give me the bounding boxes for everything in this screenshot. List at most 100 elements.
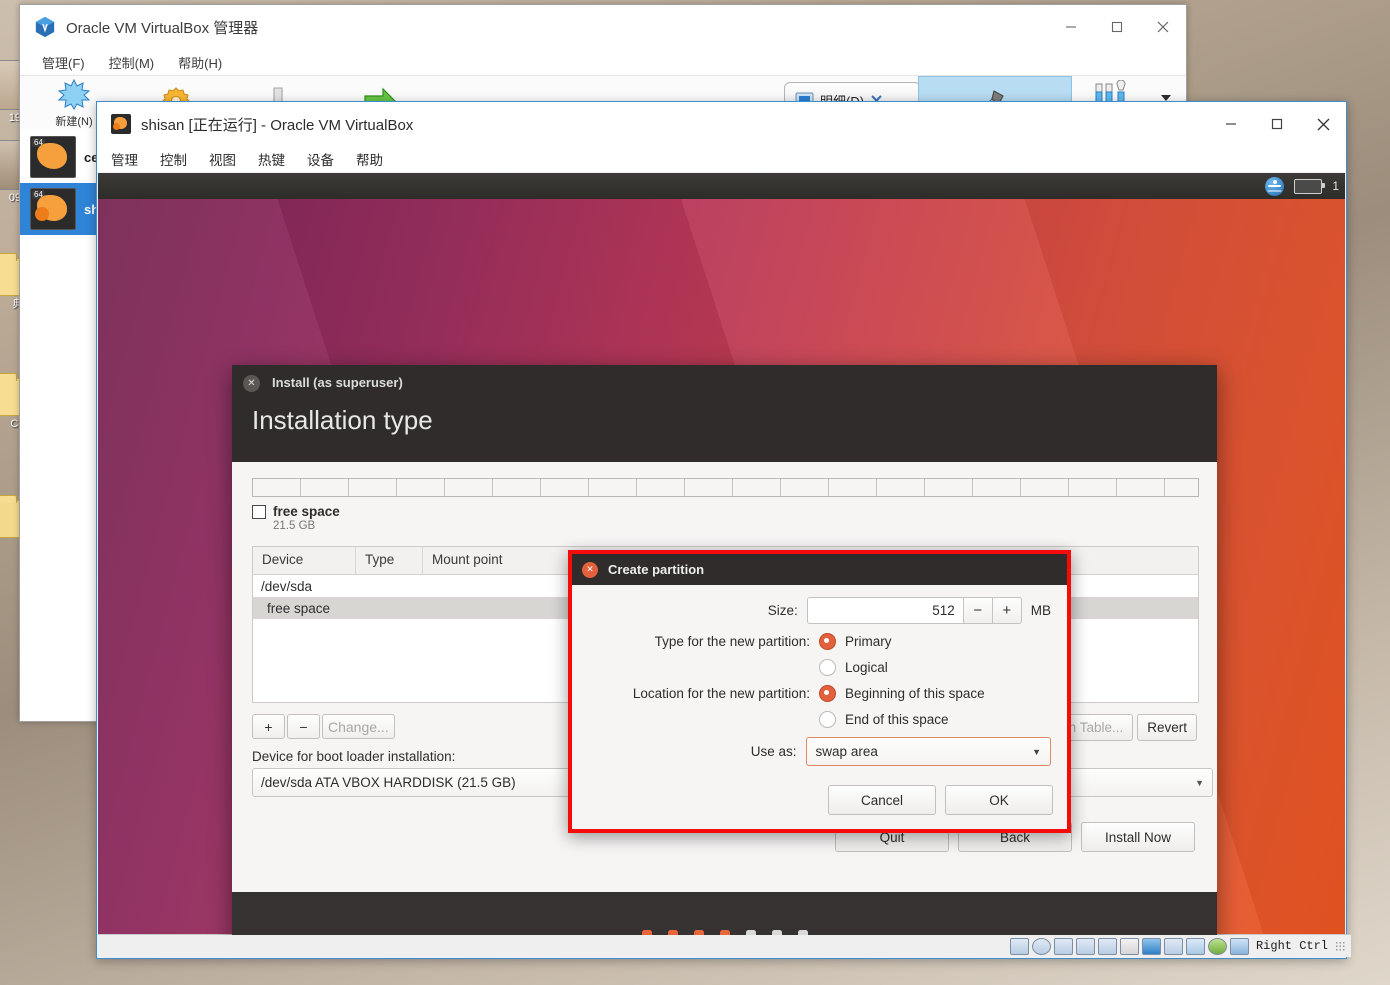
change-partition-button[interactable]: Change... xyxy=(322,714,395,739)
dialog-title: Create partition xyxy=(608,562,705,577)
guest-screen: 1 ✕ Install (as superuser) Installation … xyxy=(98,173,1345,935)
accessibility-icon[interactable] xyxy=(1265,176,1285,196)
vm-icon xyxy=(111,114,131,134)
battery-icon[interactable] xyxy=(1294,178,1326,194)
vm-thumbnail-icon: 64 xyxy=(30,136,76,178)
type-label: Type for the new partition: xyxy=(654,634,810,649)
maximize-icon[interactable] xyxy=(1254,102,1300,146)
progress-dot xyxy=(745,930,756,935)
close-icon[interactable]: ✕ xyxy=(582,561,598,578)
use-as-label: Use as: xyxy=(750,744,797,759)
vm-title-bar: shisan [正在运行] - Oracle VM VirtualBox xyxy=(97,102,1346,146)
size-input[interactable]: 512 xyxy=(806,597,963,624)
legend-size: 21.5 GB xyxy=(273,520,316,532)
display-icon[interactable] xyxy=(1141,937,1161,955)
vm-window-controls xyxy=(1208,102,1346,146)
clock-label: 1 xyxy=(1332,179,1339,193)
type-row-logical: Logical xyxy=(588,659,1051,676)
shared-folder-icon[interactable] xyxy=(1119,937,1139,955)
toolbar-new-button[interactable]: 新建(N) xyxy=(46,78,102,129)
progress-dot xyxy=(667,930,678,935)
vm-menu-item-devices[interactable]: 设备 xyxy=(307,149,334,169)
minimize-icon[interactable] xyxy=(1208,102,1254,146)
chevron-down-icon: ▼ xyxy=(1195,777,1204,788)
vm-menu-item-manage[interactable]: 管理 xyxy=(111,149,138,169)
radio-primary[interactable] xyxy=(819,633,836,650)
remote-display-icon[interactable] xyxy=(1163,937,1183,955)
radio-logical-label: Logical xyxy=(845,660,888,675)
cell-device: /dev/sda xyxy=(261,578,313,594)
usb-icon[interactable] xyxy=(1097,937,1117,955)
create-partition-dialog: ✕ Create partition Size: 512 − + MB Type… xyxy=(568,550,1071,833)
maximize-icon[interactable] xyxy=(1094,5,1140,49)
installer-header: ✕ Install (as superuser) Installation ty… xyxy=(232,365,1217,462)
dialog-actions: Cancel OK xyxy=(828,785,1053,815)
size-label: Size: xyxy=(767,603,798,618)
radio-end-label: End of this space xyxy=(845,712,949,727)
disk-legend: free space 21.5 GB xyxy=(252,504,340,532)
virtualbox-logo-icon xyxy=(35,16,55,38)
mouse-capture-icon[interactable] xyxy=(1229,937,1249,955)
location-row: Location for the new partition: Beginnin… xyxy=(588,685,1051,702)
location-label: Location for the new partition: xyxy=(632,686,810,701)
add-partition-button[interactable]: + xyxy=(252,714,285,739)
menu-item-control[interactable]: 控制(M) xyxy=(109,53,155,72)
chevron-down-icon: ▼ xyxy=(1032,746,1041,757)
vm-menu-item-hotkeys[interactable]: 热键 xyxy=(258,149,285,169)
toolbar-new-label: 新建(N) xyxy=(55,115,93,128)
cancel-button[interactable]: Cancel xyxy=(828,785,936,815)
size-stepper[interactable]: 512 − + xyxy=(806,597,1022,624)
screen-root: 190 093 典 CS Oracle VM VirtualBox 管理器 管理… xyxy=(0,0,1390,985)
progress-dot xyxy=(719,930,730,935)
disk-usage-bar xyxy=(252,478,1199,497)
size-increment-button[interactable]: + xyxy=(991,597,1022,624)
hard-disk-icon[interactable] xyxy=(1009,937,1029,955)
size-decrement-button[interactable]: − xyxy=(962,597,992,624)
type-row: Type for the new partition: Primary xyxy=(588,633,1051,650)
optical-disk-icon[interactable] xyxy=(1031,937,1051,955)
install-now-button[interactable]: Install Now xyxy=(1081,822,1195,852)
installer-window-title: Install (as superuser) xyxy=(272,375,403,390)
progress-dots xyxy=(641,930,808,935)
page-title: Installation type xyxy=(252,405,433,435)
cpu-icon[interactable] xyxy=(1185,937,1205,955)
revert-button[interactable]: Revert xyxy=(1137,714,1197,741)
column-type: Type xyxy=(356,547,423,574)
host-key-label: Right Ctrl xyxy=(1255,939,1328,953)
resize-grip[interactable] xyxy=(1335,941,1345,951)
vm-features-icon[interactable] xyxy=(1207,937,1227,955)
legend-color-box xyxy=(252,504,266,519)
progress-dot xyxy=(771,930,782,935)
cell-device: free space xyxy=(267,600,331,616)
remove-partition-button[interactable]: − xyxy=(287,714,320,739)
use-as-row: Use as: swap area ▼ xyxy=(588,737,1051,766)
vm-title-text: shisan [正在运行] - Oracle VM VirtualBox xyxy=(141,116,414,134)
column-device: Device xyxy=(253,547,356,574)
vm-menu-item-control[interactable]: 控制 xyxy=(160,149,187,169)
ok-button[interactable]: OK xyxy=(945,785,1053,815)
close-icon[interactable]: ✕ xyxy=(243,375,260,392)
radio-logical[interactable] xyxy=(819,659,836,676)
menu-item-help[interactable]: 帮助(H) xyxy=(178,53,222,72)
menu-item-manage[interactable]: 管理(F) xyxy=(42,53,85,72)
dialog-body: Size: 512 − + MB Type for the new partit… xyxy=(572,585,1067,766)
radio-beginning-label: Beginning of this space xyxy=(845,686,985,701)
manager-title-text: Oracle VM VirtualBox 管理器 xyxy=(66,19,259,37)
audio-icon[interactable] xyxy=(1053,937,1073,955)
use-as-select[interactable]: swap area ▼ xyxy=(805,737,1051,766)
vm-menu-item-help[interactable]: 帮助 xyxy=(356,149,383,169)
network-icon[interactable] xyxy=(1075,937,1095,955)
installer-footer xyxy=(232,892,1217,935)
vm-status-bar: Right Ctrl xyxy=(98,934,1351,957)
column-mount-point: Mount point xyxy=(432,552,503,567)
partition-action-buttons: + − Change... xyxy=(252,714,395,739)
size-row: Size: 512 − + MB xyxy=(588,597,1051,624)
radio-end[interactable] xyxy=(819,711,836,728)
vm-window: shisan [正在运行] - Oracle VM VirtualBox 管理 … xyxy=(96,101,1351,959)
vm-menu-item-view[interactable]: 视图 xyxy=(209,149,236,169)
close-icon[interactable] xyxy=(1140,5,1186,49)
radio-beginning[interactable] xyxy=(819,685,836,702)
radio-primary-label: Primary xyxy=(845,634,892,649)
minimize-icon[interactable] xyxy=(1048,5,1094,49)
close-icon[interactable] xyxy=(1300,102,1346,146)
